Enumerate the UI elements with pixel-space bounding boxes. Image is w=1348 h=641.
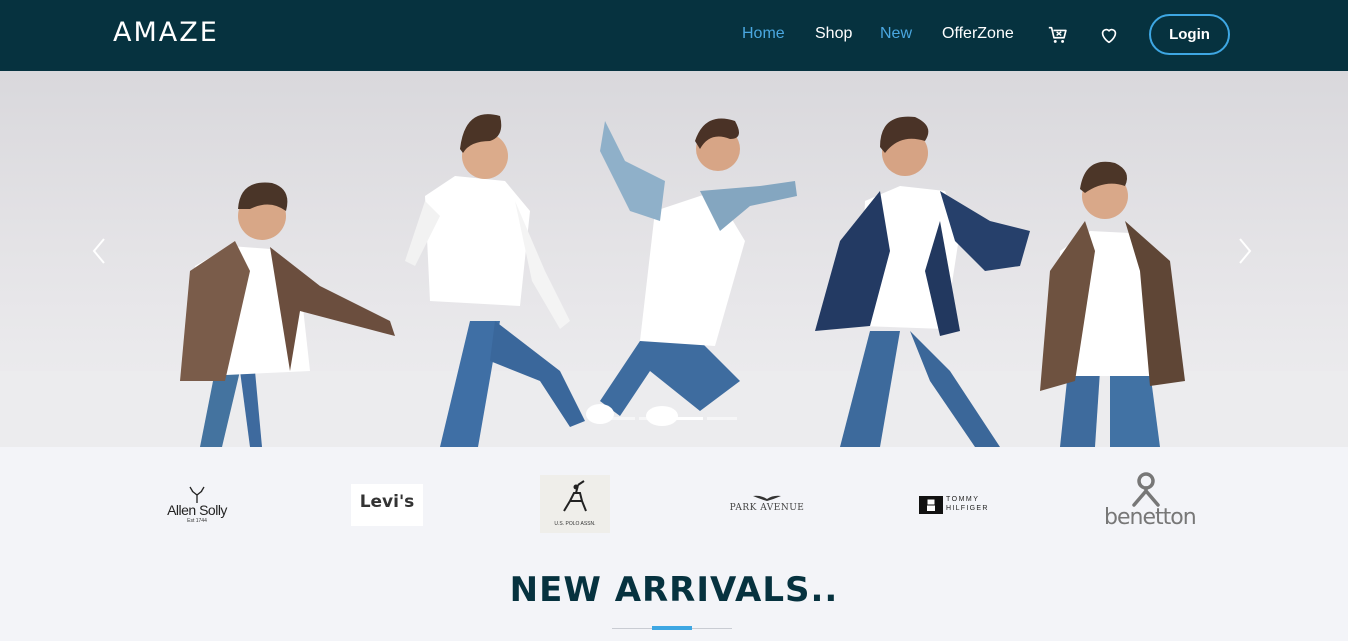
brand-levis[interactable]: Levi's xyxy=(351,484,423,526)
brand-park-avenue[interactable]: PARK AVENUE xyxy=(728,493,806,517)
hero-image xyxy=(0,114,1348,447)
brand-us-polo-assn[interactable]: U.S. POLO ASSN. xyxy=(540,475,610,533)
tommy-flag-icon xyxy=(919,496,943,514)
stag-icon xyxy=(189,486,205,503)
polo-player-icon xyxy=(563,480,587,512)
benetton-knot-icon xyxy=(1132,472,1160,507)
wings-icon xyxy=(753,495,781,501)
nav-link-offerzone[interactable]: OfferZone xyxy=(942,25,1014,43)
carousel-indicator-1[interactable] xyxy=(605,417,635,420)
carousel-indicator-2[interactable] xyxy=(639,417,669,420)
carousel-indicator-4[interactable] xyxy=(707,417,737,420)
heart-icon[interactable] xyxy=(1098,24,1120,46)
carousel-indicators xyxy=(605,417,737,420)
brand-benetton[interactable]: benetton xyxy=(1104,471,1197,537)
brand-logo[interactable]: AMAZE xyxy=(113,17,219,48)
chevron-left-icon[interactable] xyxy=(84,231,114,271)
brand-tommy-hilfiger[interactable]: TOMMY HILFIGER xyxy=(919,495,995,515)
brand-allen-solly[interactable]: Allen Solly Est 1744 xyxy=(158,485,236,527)
cart-icon[interactable] xyxy=(1047,24,1069,46)
carousel-indicator-3[interactable] xyxy=(673,417,703,420)
login-button[interactable]: Login xyxy=(1149,14,1230,55)
nav-link-new[interactable]: New xyxy=(880,25,912,43)
title-divider-accent xyxy=(652,626,692,630)
brand-logos-strip: Allen Solly Est 1744 Levi's U.S. POLO AS… xyxy=(0,447,1348,557)
nav-link-home[interactable]: Home xyxy=(742,25,785,43)
nav-link-shop[interactable]: Shop xyxy=(815,25,852,43)
hero-carousel xyxy=(0,71,1348,447)
section-title-new-arrivals: NEW ARRIVALS.. xyxy=(509,570,839,610)
navbar: AMAZE Home Shop New OfferZone Login xyxy=(0,0,1348,71)
chevron-right-icon[interactable] xyxy=(1230,231,1260,271)
